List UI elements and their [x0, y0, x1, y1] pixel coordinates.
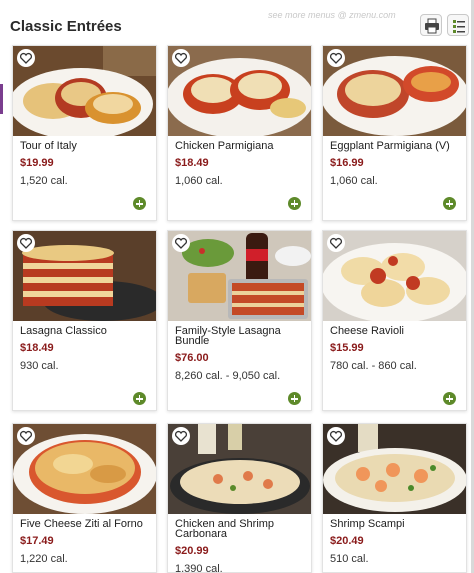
add-to-order-button[interactable]: [288, 197, 301, 210]
dish-calories: 1,060 cal.: [330, 175, 378, 187]
page-header: Classic Entrées see more menus @ zmenu.c…: [10, 10, 469, 40]
dish-name: Lasagna Classico: [20, 325, 107, 337]
dish-name: Five Cheese Ziti al Forno: [20, 518, 143, 530]
favorite-heart-icon[interactable]: [172, 234, 190, 252]
dish-price: $20.49: [330, 535, 364, 547]
menu-card[interactable]: Lasagna Classico $18.49 930 cal.: [12, 230, 157, 411]
dish-name: Cheese Ravioli: [330, 325, 404, 337]
menu-card[interactable]: Chicken and Shrimp Carbonara $20.99 1,39…: [167, 423, 312, 573]
dish-name: Tour of Italy: [20, 140, 77, 152]
dish-calories: 1,390 cal.: [175, 563, 223, 573]
menu-card[interactable]: Family-Style Lasagna Bundle $76.00 8,260…: [167, 230, 312, 411]
print-button[interactable]: [420, 14, 442, 36]
left-edge-accent: [0, 84, 3, 114]
page-title: Classic Entrées: [10, 18, 122, 35]
favorite-heart-icon[interactable]: [327, 234, 345, 252]
menu-card[interactable]: Tour of Italy $19.99 1,520 cal.: [12, 45, 157, 221]
dish-price: $20.99: [175, 545, 209, 557]
dish-name: Shrimp Scampi: [330, 518, 405, 530]
menu-card[interactable]: Cheese Ravioli $15.99 780 cal. - 860 cal…: [322, 230, 467, 411]
dish-price: $16.99: [330, 157, 364, 169]
favorite-heart-icon[interactable]: [172, 427, 190, 445]
add-to-order-button[interactable]: [133, 392, 146, 405]
dish-calories: 8,260 cal. - 9,050 cal.: [175, 370, 281, 382]
printer-icon: [425, 18, 439, 34]
dish-calories: 510 cal.: [330, 553, 369, 565]
dish-name: Family-Style Lasagna Bundle: [175, 325, 281, 347]
menu-card[interactable]: Chicken Parmigiana $18.49 1,060 cal.: [167, 45, 312, 221]
dish-price: $19.99: [20, 157, 54, 169]
menu-card[interactable]: Eggplant Parmigiana (V) $16.99 1,060 cal…: [322, 45, 467, 221]
dish-name: Chicken and Shrimp Carbonara: [175, 518, 275, 540]
dish-price: $18.49: [175, 157, 209, 169]
dish-name: Chicken Parmigiana: [175, 140, 274, 152]
dish-calories: 780 cal. - 860 cal.: [330, 360, 417, 372]
favorite-heart-icon[interactable]: [327, 49, 345, 67]
favorite-heart-icon[interactable]: [172, 49, 190, 67]
dish-price: $18.49: [20, 342, 54, 354]
favorite-heart-icon[interactable]: [17, 49, 35, 67]
add-to-order-button[interactable]: [133, 197, 146, 210]
menu-card[interactable]: Five Cheese Ziti al Forno $17.49 1,220 c…: [12, 423, 157, 573]
watermark-text: see more menus @ zmenu.com: [268, 10, 396, 20]
favorite-heart-icon[interactable]: [327, 427, 345, 445]
list-view-button[interactable]: [447, 14, 469, 36]
dish-name: Eggplant Parmigiana (V): [330, 140, 450, 152]
favorite-heart-icon[interactable]: [17, 234, 35, 252]
add-to-order-button[interactable]: [288, 392, 301, 405]
add-to-order-button[interactable]: [443, 392, 456, 405]
add-to-order-button[interactable]: [443, 197, 456, 210]
dish-price: $76.00: [175, 352, 209, 364]
dish-price: $15.99: [330, 342, 364, 354]
dish-calories: 1,520 cal.: [20, 175, 68, 187]
dish-calories: 930 cal.: [20, 360, 59, 372]
dish-calories: 1,220 cal.: [20, 553, 68, 565]
favorite-heart-icon[interactable]: [17, 427, 35, 445]
dish-calories: 1,060 cal.: [175, 175, 223, 187]
dish-price: $17.49: [20, 535, 54, 547]
menu-card[interactable]: Shrimp Scampi $20.49 510 cal.: [322, 423, 467, 573]
list-view-icon: [453, 20, 465, 33]
